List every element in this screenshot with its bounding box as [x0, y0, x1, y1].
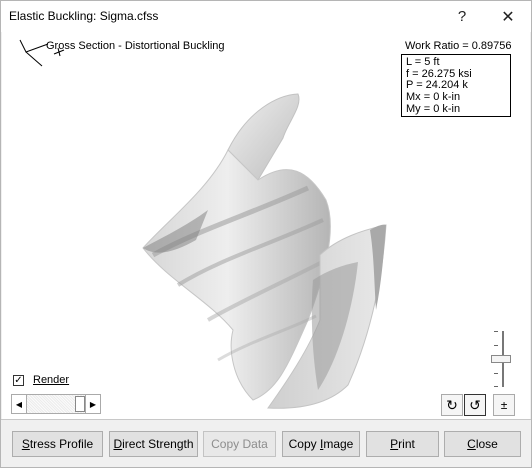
- scroll-right-button[interactable]: ▶: [85, 394, 101, 414]
- title-bar: Elastic Buckling: Sigma.cfss ? ✕: [1, 1, 531, 32]
- slider-tick: [494, 386, 498, 387]
- buckled-section-model: [142, 93, 387, 409]
- close-window-button[interactable]: ✕: [485, 1, 531, 32]
- results-box: L = 5 ft f = 26.275 ksi P = 24.204 k Mx …: [401, 54, 511, 117]
- copy-image-button[interactable]: Copy Image: [282, 431, 360, 457]
- arrow-left-icon: ◀: [15, 399, 23, 409]
- plus-minus-icon: ±: [500, 398, 508, 412]
- window-title: Elastic Buckling: Sigma.cfss: [9, 9, 159, 23]
- rotate-cw-icon: ↺: [469, 396, 481, 413]
- close-button[interactable]: Close: [444, 431, 521, 457]
- button-bar: Stress Profile Direct Strength Copy Data…: [1, 419, 531, 467]
- magnification-slider[interactable]: [488, 331, 518, 387]
- stress-profile-button[interactable]: Stress Profile: [12, 431, 103, 457]
- print-button[interactable]: Print: [366, 431, 439, 457]
- help-icon: ?: [457, 8, 467, 25]
- checkmark-icon: ✓: [14, 374, 23, 386]
- slider-tick: [494, 373, 498, 374]
- stress-profile-label: Stress Profile: [21, 437, 94, 451]
- scroll-track[interactable]: [27, 394, 85, 414]
- arrow-right-icon: ▶: [89, 399, 97, 409]
- close-icon: ✕: [501, 8, 515, 26]
- copy-data-label: Copy Data: [211, 437, 268, 451]
- slider-tick: [494, 331, 498, 332]
- render-label: Render: [33, 374, 70, 386]
- invert-mode-button[interactable]: ±: [493, 394, 515, 416]
- render-checkbox-row[interactable]: ✓ Render: [13, 374, 69, 386]
- buckling-view-canvas[interactable]: Gross Section - Distortional Buckling Wo…: [2, 32, 530, 419]
- help-button[interactable]: ?: [439, 1, 485, 32]
- work-ratio-label: Work Ratio = 0.89756: [405, 40, 512, 52]
- elastic-buckling-window: Elastic Buckling: Sigma.cfss ? ✕ Gross S…: [0, 0, 532, 468]
- length-value: L = 5 ft: [406, 56, 440, 68]
- direct-strength-button[interactable]: Direct Strength: [109, 431, 198, 457]
- scroll-thumb[interactable]: [75, 396, 85, 412]
- mode-scrollbar[interactable]: ◀ ▶: [11, 394, 101, 414]
- slider-tick: [494, 345, 498, 346]
- scroll-left-button[interactable]: ◀: [11, 394, 27, 414]
- copy-data-button[interactable]: Copy Data: [203, 431, 276, 457]
- close-label: Close: [467, 437, 498, 451]
- print-label: Print: [390, 437, 415, 451]
- slider-thumb[interactable]: [491, 355, 511, 363]
- rotate-ccw-icon: ↻: [446, 396, 458, 413]
- rotate-left-button[interactable]: ↻: [441, 394, 463, 416]
- copy-image-label: Copy Image: [288, 437, 354, 451]
- render-checkbox[interactable]: ✓: [13, 374, 24, 386]
- direct-strength-label: Direct Strength: [113, 437, 194, 451]
- section-label: Gross Section - Distortional Buckling: [46, 40, 225, 52]
- moment-y-value: My = 0 k-in: [406, 102, 461, 115]
- rotate-right-button[interactable]: ↺: [464, 394, 486, 416]
